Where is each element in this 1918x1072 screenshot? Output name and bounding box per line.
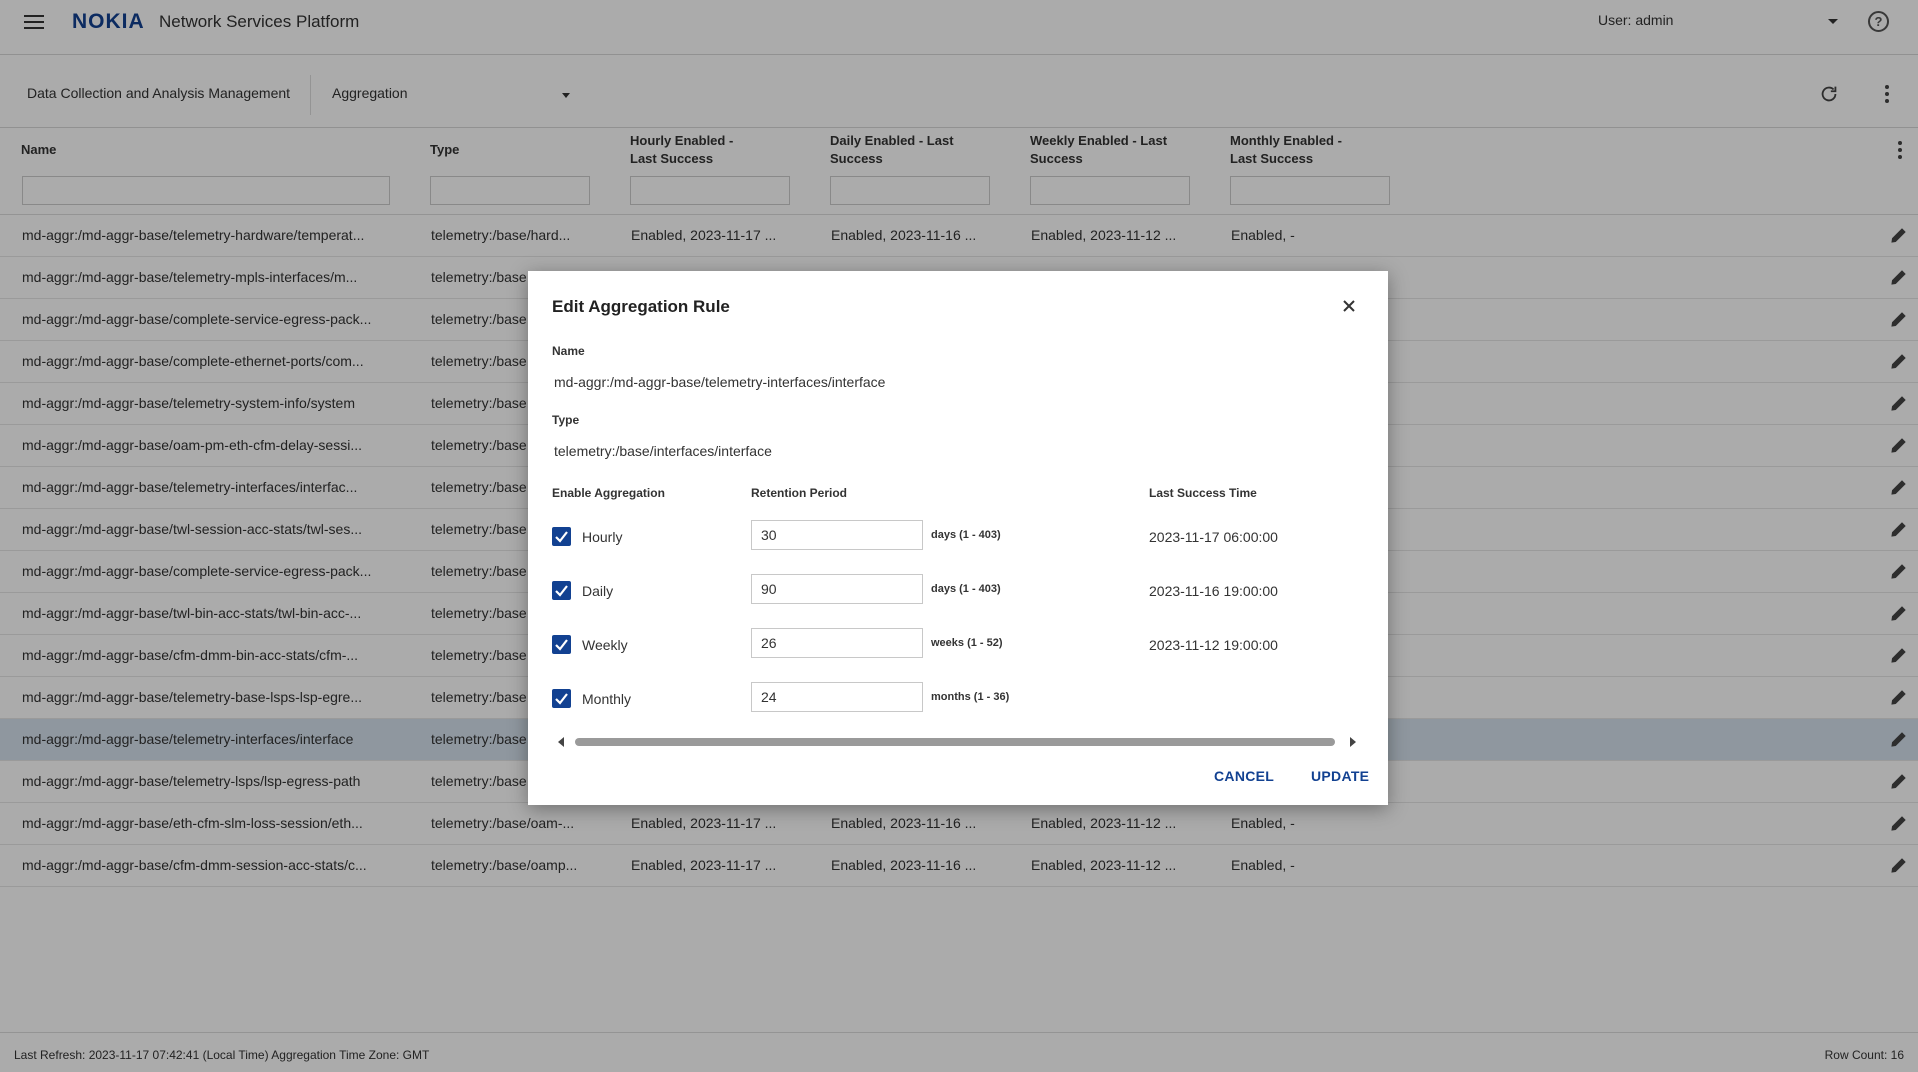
enable-checkbox[interactable]: [552, 635, 571, 654]
last-success-time-header: Last Success Time: [1149, 486, 1257, 500]
edit-aggregation-dialog: Edit Aggregation Rule Name md-aggr:/md-a…: [528, 271, 1388, 805]
checkmark-icon: [555, 639, 568, 651]
scroll-right-icon[interactable]: [1350, 737, 1356, 747]
retention-range: weeks (1 - 52): [931, 637, 1003, 649]
retention-range: days (1 - 403): [931, 583, 1001, 595]
checkmark-icon: [555, 531, 568, 543]
retention-range: months (1 - 36): [931, 691, 1010, 703]
name-label: Name: [552, 344, 585, 358]
enable-checkbox[interactable]: [552, 689, 571, 708]
last-success-time: 2023-11-16 19:00:00: [1149, 583, 1278, 599]
checkmark-icon: [555, 585, 568, 597]
retention-input[interactable]: [751, 628, 923, 658]
last-success-time: 2023-11-12 19:00:00: [1149, 637, 1278, 653]
frequency-label: Monthly: [582, 691, 632, 707]
retention-input[interactable]: [751, 520, 923, 550]
enable-checkbox[interactable]: [552, 527, 571, 546]
name-value: md-aggr:/md-aggr-base/telemetry-interfac…: [554, 374, 886, 390]
frequency-label: Daily: [582, 583, 614, 599]
frequency-label: Weekly: [582, 637, 628, 653]
retention-input[interactable]: [751, 574, 923, 604]
enable-aggregation-header: Enable Aggregation: [552, 486, 665, 500]
aggregation-row: Weekly weeks (1 - 52) 2023-11-12 19:00:00: [528, 626, 1388, 662]
aggregation-row: Monthly months (1 - 36): [528, 680, 1388, 716]
type-label: Type: [552, 413, 580, 427]
dialog-title: Edit Aggregation Rule: [552, 297, 730, 316]
horizontal-scrollbar[interactable]: [558, 736, 1358, 748]
type-value: telemetry:/base/interfaces/interface: [554, 443, 772, 459]
cancel-button[interactable]: CANCEL: [1214, 768, 1274, 784]
checkmark-icon: [555, 693, 568, 705]
last-success-time: 2023-11-17 06:00:00: [1149, 529, 1278, 545]
scroll-left-icon[interactable]: [558, 737, 564, 747]
aggregation-row: Hourly days (1 - 403) 2023-11-17 06:00:00: [528, 518, 1388, 554]
aggregation-row: Daily days (1 - 403) 2023-11-16 19:00:00: [528, 572, 1388, 608]
retention-period-header: Retention Period: [751, 486, 848, 500]
frequency-label: Hourly: [582, 529, 623, 545]
enable-checkbox[interactable]: [552, 581, 571, 600]
scrollbar-thumb[interactable]: [575, 738, 1335, 746]
retention-range: days (1 - 403): [931, 529, 1001, 541]
update-button[interactable]: UPDATE: [1311, 768, 1369, 784]
close-icon[interactable]: [1340, 297, 1358, 315]
retention-input[interactable]: [751, 682, 923, 712]
